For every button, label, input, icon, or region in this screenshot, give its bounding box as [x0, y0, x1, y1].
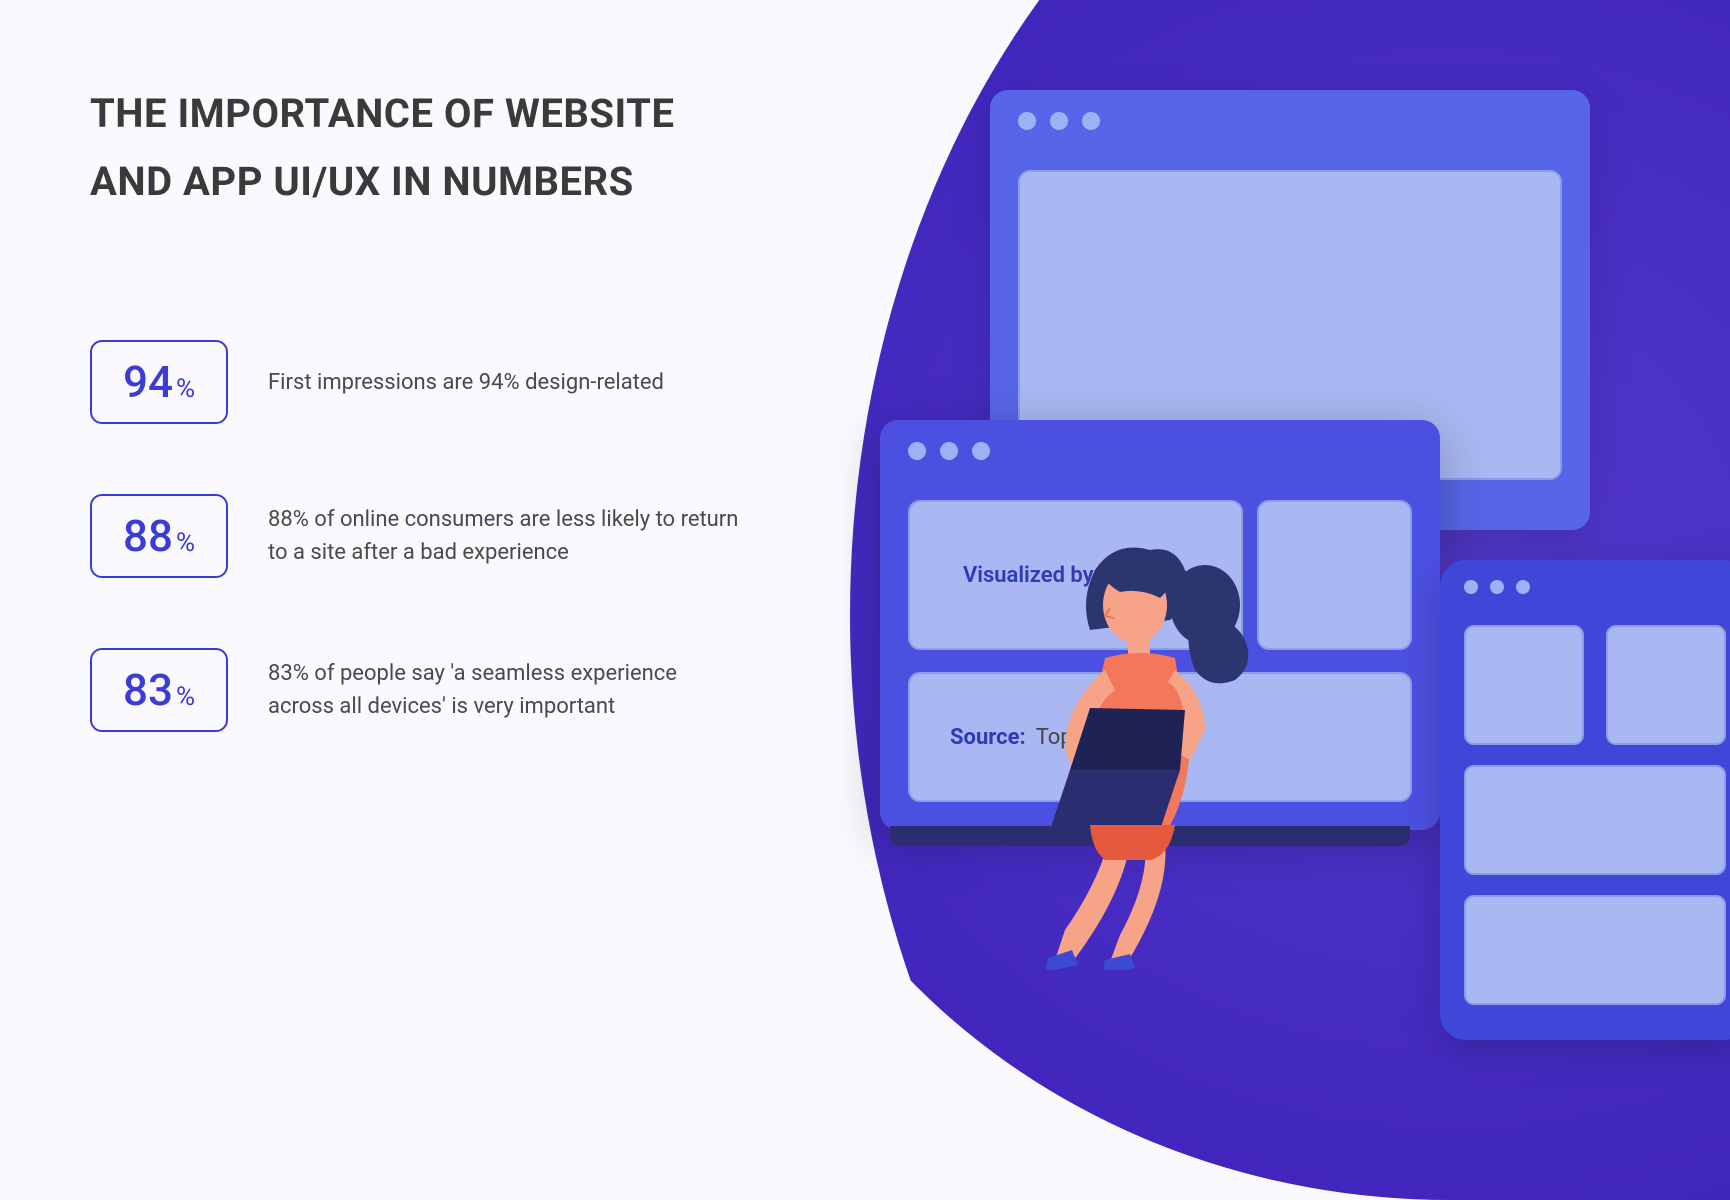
panel-placeholder [1464, 895, 1726, 1005]
panel-placeholder [1464, 625, 1584, 745]
stat-value: 83 [123, 664, 173, 716]
window-dots-icon [1464, 580, 1530, 594]
window-dots-icon [908, 442, 990, 460]
stat-value: 94 [123, 356, 173, 408]
stat-badge: 83 % [90, 648, 228, 732]
stat-description: First impressions are 94% design-related [268, 366, 664, 399]
page-title: THE IMPORTANCE OF WEBSITE AND APP UI/UX … [90, 80, 674, 216]
stat-badge: 94 % [90, 340, 228, 424]
stat-unit: % [176, 374, 195, 404]
title-line-1: THE IMPORTANCE OF WEBSITE [90, 90, 674, 137]
stat-unit: % [176, 682, 195, 712]
person-with-laptop-illustration [1010, 530, 1290, 970]
stat-row: 83 % 83% of people say 'a seamless exper… [90, 648, 748, 732]
panel-placeholder [1606, 625, 1726, 745]
title-line-2: AND APP UI/UX IN NUMBERS [90, 158, 634, 205]
window-dots-icon [1018, 112, 1100, 130]
stat-unit: % [176, 528, 195, 558]
stat-description: 88% of online consumers are less likely … [268, 503, 748, 569]
stat-row: 94 % First impressions are 94% design-re… [90, 340, 748, 424]
phone-illustration [1440, 560, 1730, 1040]
stat-value: 88 [123, 510, 173, 562]
stat-row: 88 % 88% of online consumers are less li… [90, 494, 748, 578]
stat-description: 83% of people say 'a seamless experience… [268, 657, 748, 723]
stat-badge: 88 % [90, 494, 228, 578]
panel-placeholder [1464, 765, 1726, 875]
stats-list: 94 % First impressions are 94% design-re… [90, 340, 748, 732]
